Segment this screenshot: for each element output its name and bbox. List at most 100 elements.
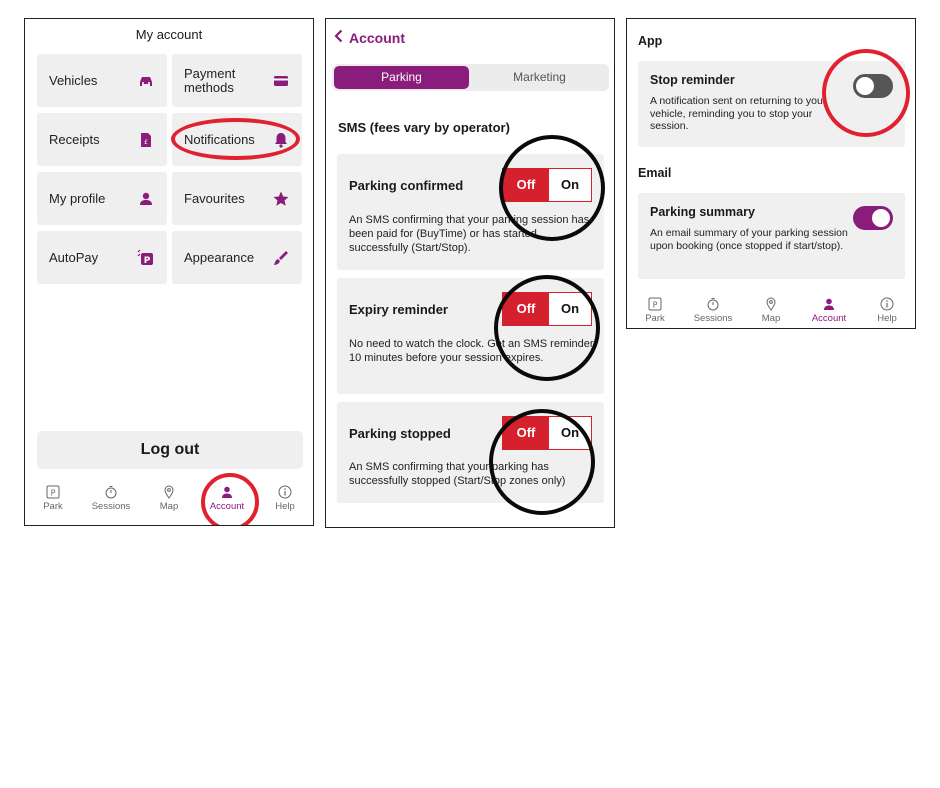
star-icon: [273, 191, 289, 206]
map-pin-icon: [766, 297, 776, 311]
on-option[interactable]: On: [549, 417, 591, 449]
receipt-icon: £: [141, 132, 151, 147]
card-title: Parking summary: [650, 205, 755, 219]
nav-label: Help: [275, 501, 295, 512]
chevron-left-icon: [334, 29, 343, 43]
back-button[interactable]: Account: [334, 29, 405, 46]
on-option[interactable]: On: [549, 293, 591, 325]
card-description: An SMS confirming that your parking has …: [349, 461, 566, 487]
autopay-icon: P: [137, 249, 153, 266]
on-option[interactable]: On: [549, 169, 591, 201]
nav-item-account[interactable]: Account: [805, 297, 853, 324]
bell-icon: [275, 132, 287, 148]
tile-label: Vehicles: [49, 72, 98, 88]
card-title: Parking confirmed: [349, 178, 464, 193]
nav-item-park[interactable]: P Park: [29, 485, 77, 512]
tile-label: Notifications: [184, 131, 255, 147]
nav-item-help[interactable]: Help: [261, 485, 309, 512]
page-title: My account: [135, 27, 203, 42]
paintbrush-icon: [274, 250, 288, 265]
tab-bar: Parking Marketing: [332, 64, 609, 91]
bottom-nav: P Park Sessions Map Account Help: [25, 485, 313, 525]
nav-label: Park: [43, 501, 63, 512]
card-title: Parking stopped: [349, 426, 451, 441]
nav-item-sessions[interactable]: Sessions: [689, 297, 737, 324]
tile-label: Appearance: [184, 249, 255, 265]
credit-card-icon: [274, 75, 288, 86]
toggle-knob: [856, 77, 874, 95]
logout-button[interactable]: Log out: [37, 431, 303, 469]
nav-label: Account: [209, 501, 245, 512]
parking-icon: P: [648, 297, 662, 311]
timer-icon: [707, 298, 719, 311]
nav-label: Sessions: [91, 501, 131, 512]
off-on-toggle[interactable]: Off On: [502, 292, 592, 326]
nav-label: Account: [811, 313, 847, 324]
appearance-tile[interactable]: Appearance: [172, 231, 302, 284]
expiry-reminder-card: Expiry reminder No need to watch the clo…: [337, 278, 604, 394]
receipts-tile[interactable]: Receipts £: [37, 113, 167, 166]
nav-item-account[interactable]: Account: [203, 485, 251, 512]
autopay-tile[interactable]: AutoPay P: [37, 231, 167, 284]
svg-text:P: P: [51, 489, 56, 498]
tab-marketing[interactable]: Marketing: [472, 66, 607, 89]
toggle-knob: [872, 209, 890, 227]
payment-methods-tile[interactable]: Payment methods: [172, 54, 302, 107]
off-option[interactable]: Off: [503, 169, 549, 201]
info-icon: [278, 485, 292, 499]
tab-parking[interactable]: Parking: [334, 66, 469, 89]
nav-item-map[interactable]: Map: [747, 297, 795, 324]
parking-stopped-card: Parking stopped An SMS confirming that y…: [337, 402, 604, 503]
person-icon: [140, 192, 152, 205]
nav-item-help[interactable]: Help: [863, 297, 911, 324]
map-pin-icon: [164, 485, 174, 499]
svg-text:P: P: [653, 301, 658, 310]
tile-label: Payment methods: [184, 65, 236, 95]
vehicles-tile[interactable]: Vehicles: [37, 54, 167, 107]
parking-summary-toggle[interactable]: [853, 206, 893, 230]
nav-item-sessions[interactable]: Sessions: [87, 485, 135, 512]
nav-label: Park: [645, 313, 665, 324]
tile-label: Receipts: [49, 131, 100, 147]
section-heading-email: Email: [638, 166, 672, 180]
notifications-screen: Account Parking Marketing SMS (fees vary…: [325, 18, 615, 528]
car-icon: [140, 76, 152, 86]
nav-label: Sessions: [693, 313, 733, 324]
card-title: Stop reminder: [650, 73, 735, 87]
timer-icon: [105, 486, 117, 499]
off-option[interactable]: Off: [503, 293, 549, 325]
card-description: A notification sent on returning to your…: [650, 95, 827, 132]
card-title: Expiry reminder: [349, 302, 448, 317]
parking-summary-card: Parking summary An email summary of your…: [638, 193, 905, 279]
parking-confirmed-card: Parking confirmed An SMS confirming that…: [337, 154, 604, 270]
off-on-toggle[interactable]: Off On: [502, 416, 592, 450]
my-profile-tile[interactable]: My profile: [37, 172, 167, 225]
bottom-nav: P Park Sessions Map Account Help: [627, 297, 915, 328]
section-heading-app: App: [638, 34, 663, 48]
card-description: An email summary of your parking session…: [650, 227, 848, 252]
stop-reminder-card: Stop reminder A notification sent on ret…: [638, 61, 905, 147]
notifications-tile[interactable]: Notifications: [172, 113, 302, 166]
card-description: No need to watch the clock. Get an SMS r…: [349, 338, 594, 364]
nav-item-park[interactable]: P Park: [631, 297, 679, 324]
person-icon: [824, 298, 834, 310]
nav-item-map[interactable]: Map: [145, 485, 193, 512]
nav-label: Map: [761, 313, 781, 324]
nav-label: Help: [877, 313, 897, 324]
svg-text:P: P: [144, 256, 151, 266]
off-on-toggle[interactable]: Off On: [502, 168, 592, 202]
info-icon: [880, 297, 894, 311]
section-title: SMS (fees vary by operator): [338, 120, 510, 135]
card-description: An SMS confirming that your parking sess…: [349, 214, 590, 254]
stop-reminder-toggle[interactable]: [853, 74, 893, 98]
favourites-tile[interactable]: Favourites: [172, 172, 302, 225]
svg-text:£: £: [144, 139, 148, 146]
back-label: Account: [349, 30, 405, 46]
person-icon: [222, 486, 232, 498]
nav-label: Map: [159, 501, 179, 512]
off-option[interactable]: Off: [503, 417, 549, 449]
my-account-screen: My account Vehicles Payment methods Rece…: [24, 18, 314, 526]
tile-label: AutoPay: [49, 249, 99, 265]
tile-label: My profile: [49, 190, 106, 206]
notification-settings-screen: App Stop reminder A notification sent on…: [626, 18, 916, 329]
